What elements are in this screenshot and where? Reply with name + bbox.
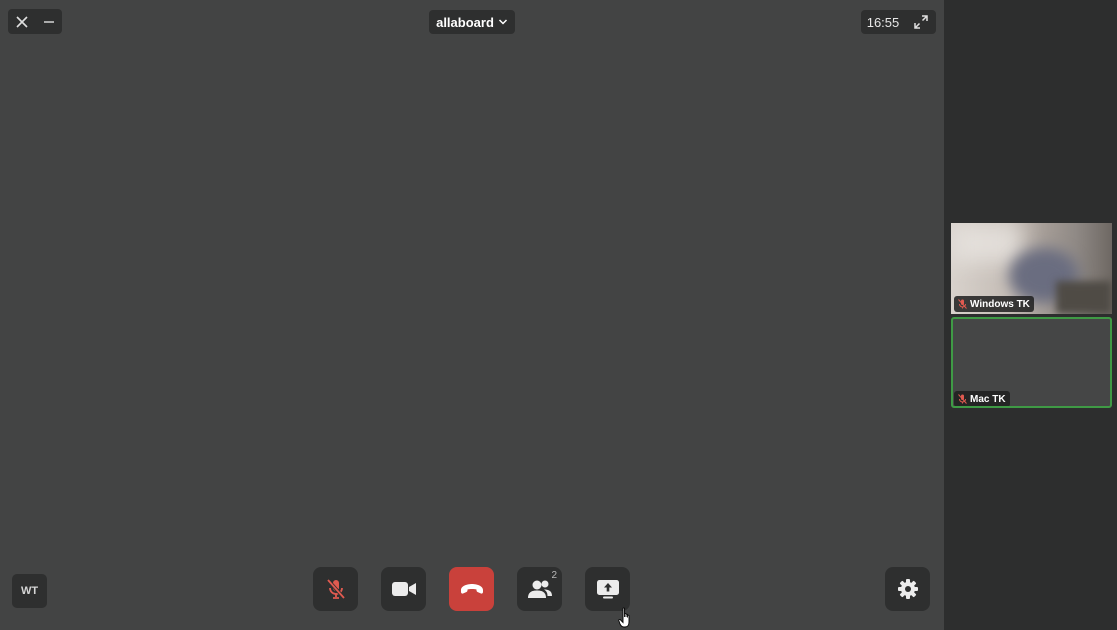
participant-label: Mac TK [954, 391, 1010, 406]
participant-label: Windows TK [954, 296, 1034, 312]
participants-sidebar [944, 0, 1117, 630]
participant-tile[interactable]: Windows TK [951, 223, 1112, 314]
mic-toggle-button[interactable] [313, 567, 358, 611]
video-background [951, 223, 1021, 263]
participants-button[interactable]: 2 [517, 567, 562, 611]
participant-tile-active[interactable]: Mac TK [951, 317, 1112, 408]
chevron-down-icon [498, 19, 507, 25]
self-avatar[interactable]: WT [12, 574, 47, 608]
call-time: 16:55 [866, 14, 900, 30]
minimize-button[interactable] [35, 9, 62, 34]
participants-count: 2 [551, 570, 557, 581]
mic-muted-icon [958, 299, 967, 309]
window-controls [8, 9, 62, 34]
close-button[interactable] [8, 9, 35, 34]
screen-share-icon [596, 580, 619, 599]
room-selector[interactable]: allaboard [429, 10, 515, 34]
settings-button[interactable] [885, 567, 930, 611]
self-initials: WT [20, 585, 39, 597]
mic-muted-icon [958, 394, 967, 404]
hand-cursor-icon [618, 607, 630, 628]
participants-icon [527, 580, 552, 598]
screen-share-button[interactable] [585, 567, 630, 611]
video-object [1056, 281, 1112, 314]
main-video-stage: allaboard 16:55 WT 2 [0, 0, 944, 630]
camera-toggle-button[interactable] [381, 567, 426, 611]
fullscreen-button[interactable] [905, 10, 936, 34]
expand-icon [913, 15, 928, 29]
hang-up-button[interactable] [449, 567, 494, 611]
participant-name: Windows TK [970, 298, 1030, 310]
participant-name: Mac TK [970, 393, 1006, 405]
camera-icon [391, 582, 416, 596]
status-bar: 16:55 [861, 10, 936, 34]
room-name: allaboard [436, 14, 494, 30]
minimize-icon [43, 20, 54, 23]
mic-muted-icon [326, 578, 345, 600]
close-icon [15, 15, 28, 28]
phone-hangup-icon [460, 584, 483, 594]
gear-icon [897, 579, 918, 599]
